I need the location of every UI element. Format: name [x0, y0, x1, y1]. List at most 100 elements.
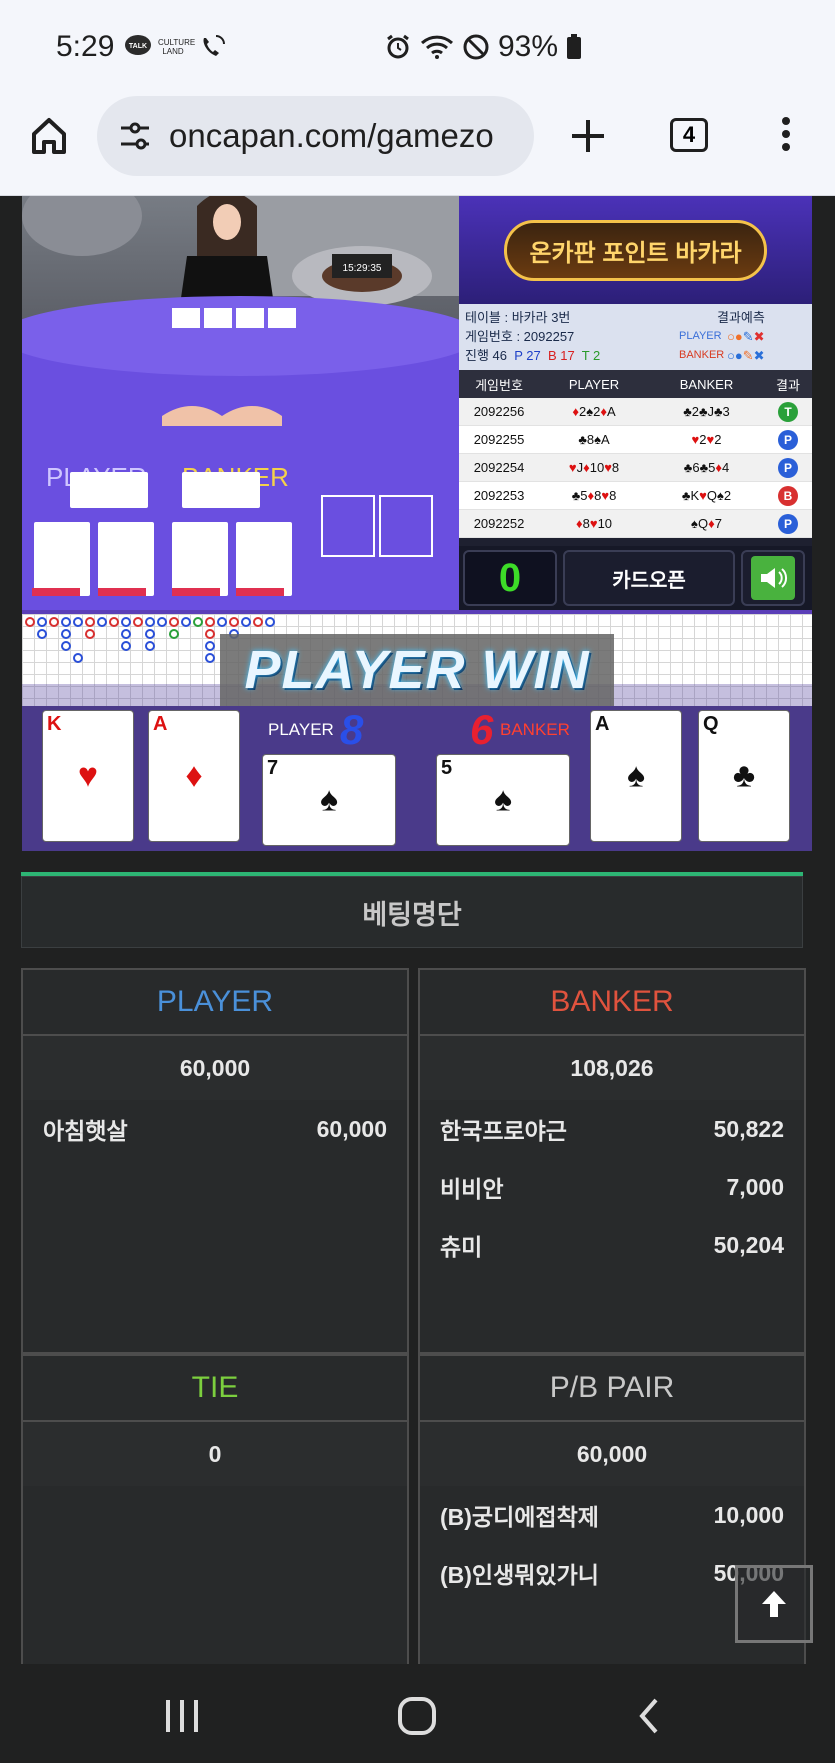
banker-result-label: BANKER	[500, 720, 570, 739]
history-no: 2092252	[473, 516, 525, 531]
wifi-call-icon	[198, 34, 226, 66]
history-row: 2092254 ♥J♦10♥8 ♣6♣5♦4 P	[459, 454, 812, 482]
tab-switcher-button[interactable]: 4	[670, 118, 708, 152]
browser-toolbar: oncapan.com/gamezo 4	[0, 96, 835, 196]
url-text: oncapan.com/gamezo	[169, 117, 494, 154]
status-right: 93%	[384, 30, 582, 64]
predict-player-label: PLAYER	[679, 330, 722, 342]
history-row: 2092252 ♦8♥10 ♠Q♦7 P	[459, 510, 812, 538]
bet-row: 비비안 7,000	[440, 1173, 784, 1203]
history-banker: ♠Q♦7	[691, 516, 722, 531]
player-bets-column: PLAYER 60,000 아침햇살 60,000	[21, 968, 409, 1354]
player-total: 60,000	[23, 1036, 407, 1100]
card-player-1: K ♥	[42, 710, 134, 842]
progress-tie: T 2	[581, 348, 601, 363]
do-not-disturb-icon	[463, 34, 489, 60]
history-result-badge: T	[778, 401, 798, 422]
player-header: PLAYER	[23, 970, 407, 1036]
control-bar: 0 카드오픈	[459, 546, 812, 610]
player-score: 8	[340, 706, 364, 753]
tie-header: TIE	[23, 1356, 407, 1422]
history-banker: ♣K♥Q♠2	[681, 488, 732, 503]
battery-percent: 93%	[498, 30, 559, 63]
status-bar: 5:29 TALK CULTURE LAND 93%	[0, 0, 835, 96]
result-cards-row: K ♥ A ♦ PLAYER 8 7 ♠ 6 BANKER 5 ♠ A ♠ Q ♣	[22, 706, 812, 851]
history-result-badge: P	[778, 457, 798, 478]
history-banker: ♣2♣J♣3	[683, 404, 730, 419]
history-banker: ♥2♥2	[691, 432, 722, 447]
talk-notification-icon: TALK	[124, 34, 152, 64]
tie-total: 0	[23, 1422, 407, 1486]
table-info: 테이블 : 바카라 3번 결과예측 게임번호 : 2092257 PLAYER …	[459, 304, 812, 370]
home-icon[interactable]	[30, 116, 68, 161]
bet-row: 한국프로야근 50,822	[440, 1115, 784, 1145]
history-header: 게임번호 PLAYER BANKER 결과	[459, 370, 812, 398]
history-row: 2092255 ♣8♠A ♥2♥2 P	[459, 426, 812, 454]
pair-header: P/B PAIR	[420, 1356, 804, 1422]
history-player: ♥J♦10♥8	[568, 460, 620, 475]
card-banker-2: Q ♣	[698, 710, 790, 842]
history-table: 게임번호 PLAYER BANKER 결과 2092256 ♦2♠2♦A ♣2♣J♣…	[459, 370, 812, 538]
card-player-2: A ♦	[148, 710, 240, 842]
history-result-badge: B	[778, 485, 798, 506]
alarm-icon	[387, 34, 409, 59]
banker-total: 108,026	[420, 1036, 804, 1100]
battery-icon	[567, 34, 582, 59]
promo-banner: 온카판 포인트 바카라	[459, 196, 812, 304]
sound-toggle-button[interactable]	[741, 550, 805, 606]
history-banker: ♣6♣5♦4	[683, 460, 730, 475]
recent-apps-icon[interactable]	[164, 1698, 200, 1739]
history-player: ♦8♥10	[575, 516, 613, 531]
history-no: 2092256	[473, 404, 525, 419]
game-stream-area: 15:29:35 PLAYER BANKER 온카판 포인트 바카라 테이블 :…	[22, 196, 812, 851]
home-nav-icon[interactable]	[397, 1696, 437, 1741]
wifi-icon	[420, 35, 454, 59]
svg-text:TALK: TALK	[129, 43, 147, 50]
new-tab-icon[interactable]	[570, 116, 606, 161]
status-time: 5:29	[56, 30, 115, 63]
site-settings-icon[interactable]	[117, 118, 153, 154]
result-predict-label: 결과예측	[717, 310, 765, 325]
count-display: 0	[463, 550, 557, 606]
win-banner: PLAYER WIN	[220, 634, 614, 706]
history-player: ♣8♠A	[578, 432, 610, 447]
win-text: PLAYER WIN	[244, 640, 590, 700]
card-banker-1: A ♠	[590, 710, 682, 842]
progress-banker: B 17	[547, 348, 575, 363]
address-bar[interactable]: oncapan.com/gamezo	[97, 96, 534, 176]
scroll-to-top-button[interactable]	[735, 1565, 813, 1643]
history-player: ♣5♦8♥8	[571, 488, 617, 503]
history-no: 2092255	[473, 432, 525, 447]
card-open-button[interactable]: 카드오픈	[563, 550, 735, 606]
predict-player-icons[interactable]: ○●✎✖	[727, 327, 765, 346]
history-row: 2092256 ♦2♠2♦A ♣2♣J♣3 T	[459, 398, 812, 426]
svg-text:15:29:35: 15:29:35	[343, 263, 382, 274]
card-player-3: 7 ♠	[262, 754, 396, 846]
banker-bets-column: BANKER 108,026 한국프로야근 50,822 비비안 7,000 츄미 5…	[418, 968, 806, 1354]
live-video: 15:29:35 PLAYER BANKER	[22, 196, 459, 610]
betting-list-title: 베팅명단	[21, 876, 803, 948]
android-nav-bar	[0, 1664, 835, 1763]
bet-row: 아침햇살 60,000	[43, 1115, 387, 1145]
tie-bets-column: TIE 0	[21, 1354, 409, 1664]
banker-header: BANKER	[420, 970, 804, 1036]
dealer-scene: 15:29:35 PLAYER BANKER	[22, 196, 459, 610]
game-number: 게임번호 : 2092257	[465, 329, 575, 344]
history-result-badge: P	[778, 429, 798, 450]
player-result-label: PLAYER	[268, 720, 334, 739]
back-icon[interactable]	[636, 1696, 662, 1741]
arrow-up-icon	[762, 1591, 786, 1617]
history-no: 2092253	[473, 488, 525, 503]
progress-count: 진행 46	[465, 348, 507, 363]
menu-icon[interactable]	[776, 114, 796, 159]
table-label: 테이블 : 바카라 3번	[465, 310, 571, 325]
predict-banker-label: BANKER	[679, 349, 725, 361]
speaker-icon	[751, 556, 795, 600]
progress-player: P 27	[514, 348, 541, 363]
culture-land-notification-icon: CULTURE LAND	[158, 38, 196, 56]
predict-banker-icons[interactable]: ○●✎✖	[727, 346, 765, 365]
history-result-badge: P	[778, 513, 798, 534]
bet-row: 츄미 50,204	[440, 1231, 784, 1261]
bet-row: (B)궁디에접착제 10,000	[440, 1501, 784, 1531]
pair-total: 60,000	[420, 1422, 804, 1486]
